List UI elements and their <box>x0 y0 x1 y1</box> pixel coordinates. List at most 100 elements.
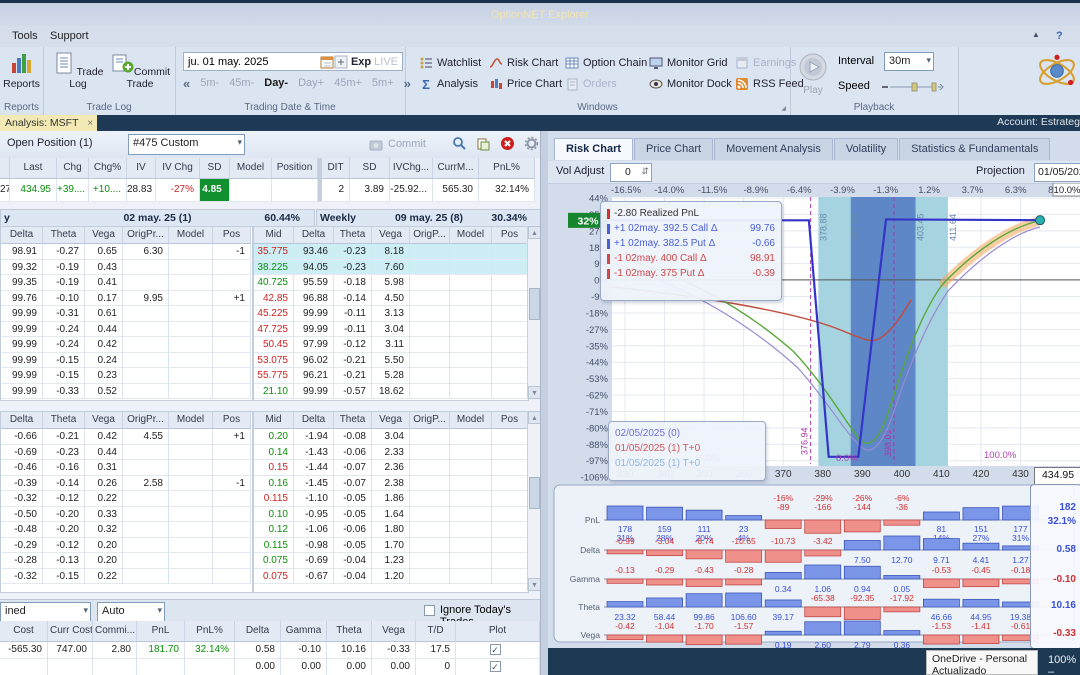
column-header[interactable]: Model <box>169 412 213 429</box>
column-header[interactable]: Theta <box>43 227 85 244</box>
nav-prev-icon[interactable]: « <box>183 76 190 91</box>
column-header[interactable]: Pos <box>213 412 251 429</box>
table-row[interactable]: 99.76 -0.10 0.17 9.95 +1 <box>1 290 252 306</box>
speed-slider[interactable] <box>882 80 944 92</box>
column-header[interactable]: Theta <box>43 412 85 429</box>
plot-checkbox[interactable]: ✓ <box>489 644 501 655</box>
column-header[interactable]: Model <box>450 412 492 429</box>
auto-dropdown[interactable]: Auto ▾ <box>97 602 165 622</box>
tab-analysis-msft[interactable]: Analysis: MSFT × <box>0 115 97 131</box>
nav-5m-[interactable]: 5m- <box>200 77 219 89</box>
table-row[interactable]: 99.99 -0.31 0.61 <box>1 306 252 322</box>
table-row[interactable]: -0.29 -0.12 0.20 <box>1 537 252 553</box>
close-tab-icon[interactable]: × <box>87 118 93 129</box>
column-header[interactable]: Pos <box>492 227 528 244</box>
spinner-arrows-icon[interactable]: ⇵ <box>641 166 649 177</box>
column-header[interactable]: Vega <box>372 412 410 429</box>
table-row[interactable]: -0.48 -0.20 0.32 <box>1 522 252 538</box>
collapse-ribbon-icon[interactable]: ▲ <box>1026 29 1046 40</box>
table-row[interactable]: 0.15 -1.44 -0.07 2.36 <box>254 460 528 476</box>
table-row[interactable]: 99.99 -0.15 0.24 <box>1 352 252 368</box>
combined-dropdown[interactable]: ined ▾ <box>0 602 91 622</box>
table-row[interactable]: 35.775 93.46 -0.23 8.18 <box>254 244 528 260</box>
window-item-risk-chart[interactable]: Risk Chart <box>489 56 565 70</box>
column-header[interactable]: Pos <box>492 412 528 429</box>
table-row[interactable]: 40.725 95.59 -0.18 5.98 <box>254 275 528 291</box>
windows-group-expand-icon[interactable]: ◢ <box>781 105 786 112</box>
scrollbar[interactable]: ▲ ▼ <box>527 226 540 399</box>
scroll-up-icon[interactable]: ▲ <box>528 226 540 239</box>
table-row[interactable]: -0.50 -0.20 0.33 <box>1 506 252 522</box>
tab-volatility[interactable]: Volatility <box>833 138 899 160</box>
column-header[interactable]: Theta <box>334 227 372 244</box>
nav-day-[interactable]: Day- <box>264 77 288 89</box>
table-row[interactable]: 99.99 -0.33 0.52 <box>1 383 252 399</box>
scroll-up-icon[interactable]: ▲ <box>528 411 540 424</box>
column-header[interactable]: Vega <box>85 227 123 244</box>
column-header[interactable]: Delta <box>294 412 334 429</box>
table-row[interactable]: 99.32 -0.19 0.43 <box>1 259 252 275</box>
table-row[interactable]: -0.66 -0.21 0.42 4.55 +1 <box>1 429 252 445</box>
table-row[interactable]: 98.91 -0.27 0.65 6.30 -1 <box>1 244 252 260</box>
table-row[interactable]: -0.46 -0.16 0.31 <box>1 460 252 476</box>
table-row[interactable]: 99.99 -0.24 0.42 <box>1 337 252 353</box>
table-row[interactable]: 0.14 -1.43 -0.06 2.33 <box>254 444 528 460</box>
table-row[interactable]: 0.075 -0.69 -0.04 1.23 <box>254 553 528 569</box>
table-row[interactable]: 0.16 -1.45 -0.07 2.38 <box>254 475 528 491</box>
nav-day+[interactable]: Day+ <box>298 77 324 89</box>
table-row[interactable]: 99.99 -0.15 0.23 <box>1 368 252 384</box>
table-row[interactable]: -0.69 -0.23 0.44 <box>1 444 252 460</box>
column-header[interactable]: OrigP... <box>410 227 450 244</box>
column-header[interactable]: Mid <box>254 412 294 429</box>
column-header[interactable]: Delta <box>1 227 43 244</box>
table-row[interactable]: 0.115 -1.10 -0.05 1.86 <box>254 491 528 507</box>
table-row[interactable]: 47.725 99.99 -0.11 3.04 <box>254 321 528 337</box>
window-item-monitor-dock[interactable]: Monitor Dock <box>649 77 735 91</box>
scroll-thumb[interactable] <box>529 288 540 320</box>
column-header[interactable]: Delta <box>1 412 43 429</box>
menu-tools[interactable]: Tools <box>6 29 44 43</box>
table-row[interactable]: 0.20 -1.94 -0.08 3.04 <box>254 429 528 445</box>
delete-icon[interactable] <box>500 136 516 152</box>
table-row[interactable]: -0.32 -0.12 0.22 <box>1 491 252 507</box>
column-header[interactable]: OrigPr... <box>123 412 169 429</box>
strategy-dropdown[interactable]: #475 Custom ▾ <box>128 134 245 155</box>
column-header[interactable]: Vega <box>85 412 123 429</box>
column-header[interactable]: Model <box>169 227 213 244</box>
scroll-thumb[interactable] <box>529 477 540 509</box>
vol-adjust-spinner[interactable]: 0 ⇵ <box>610 163 652 182</box>
table-row[interactable]: 45.225 99.99 -0.11 3.13 <box>254 306 528 322</box>
tab-price-chart[interactable]: Price Chart <box>634 138 714 160</box>
column-header[interactable]: Model <box>450 227 492 244</box>
quote-value-row[interactable]: 27434.95+39....+10....28.83-27%4.85 23.89… <box>0 179 540 202</box>
play-button[interactable]: Play <box>794 53 832 99</box>
table-row[interactable]: 99.99 -0.24 0.44 <box>1 321 252 337</box>
table-row[interactable]: 0.10 -0.95 -0.05 1.64 <box>254 506 528 522</box>
tab-statistics-fundamentals[interactable]: Statistics & Fundamentals <box>899 138 1051 160</box>
menu-support[interactable]: Support <box>44 29 95 43</box>
window-item-price-chart[interactable]: Price Chart <box>489 77 565 91</box>
search-icon[interactable] <box>452 136 468 152</box>
export-icon[interactable] <box>476 136 492 152</box>
column-header[interactable]: Delta <box>294 227 334 244</box>
column-header[interactable]: Theta <box>334 412 372 429</box>
help-icon[interactable]: ? <box>1050 29 1069 43</box>
column-header[interactable]: Pos <box>213 227 251 244</box>
nav-45m+[interactable]: 45m+ <box>334 77 362 89</box>
window-item-monitor-grid[interactable]: Monitor Grid <box>649 56 735 70</box>
table-row[interactable]: 21.10 99.99 -0.57 18.62 <box>254 383 528 399</box>
column-header[interactable]: Vega <box>372 227 410 244</box>
scrollbar[interactable]: ▲ ▼ <box>527 411 540 591</box>
table-row[interactable]: 38.225 94.05 -0.23 7.60 <box>254 259 528 275</box>
table-row[interactable]: -0.28 -0.13 0.20 <box>1 553 252 569</box>
window-item-watchlist[interactable]: Watchlist <box>419 56 489 70</box>
scroll-down-icon[interactable]: ▼ <box>528 386 540 399</box>
table-row[interactable]: -0.39 -0.14 0.26 2.58 -1 <box>1 475 252 491</box>
table-row[interactable]: 42.85 96.88 -0.14 4.50 <box>254 290 528 306</box>
scroll-down-icon[interactable]: ▼ <box>528 578 540 591</box>
zoom-out-icon[interactable]: – <box>1048 666 1054 675</box>
projection-date-field[interactable]: 01/05/2025 <box>1034 163 1080 182</box>
table-row[interactable]: 53.075 96.02 -0.21 5.50 <box>254 352 528 368</box>
table-row[interactable]: 55.775 96.21 -0.21 5.28 <box>254 368 528 384</box>
window-item-option-chain[interactable]: Option Chain <box>565 56 649 70</box>
